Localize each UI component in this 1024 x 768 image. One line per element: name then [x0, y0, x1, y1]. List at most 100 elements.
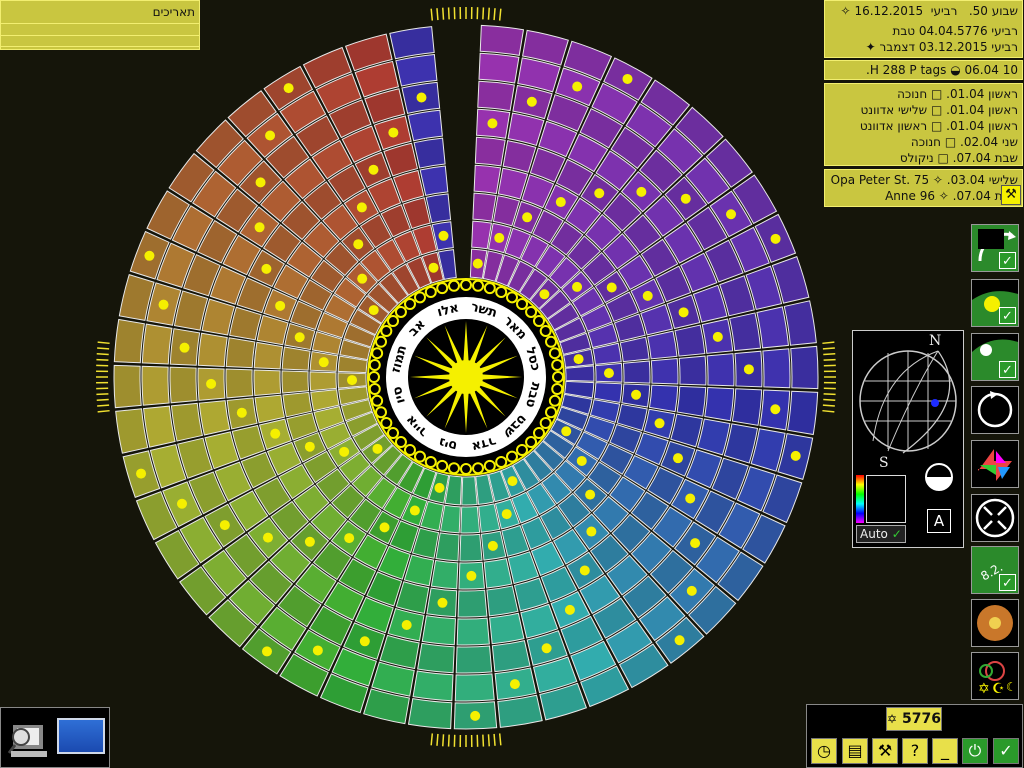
- sun-mode-check[interactable]: ✓: [999, 307, 1016, 324]
- day-cell[interactable]: [459, 533, 483, 562]
- religion-symbols-button[interactable]: ✡ ☪ ☾: [971, 652, 1019, 700]
- day-cell[interactable]: [507, 112, 545, 147]
- celestial-sphere-icon[interactable]: [853, 331, 963, 461]
- day-cell[interactable]: [197, 332, 228, 367]
- minimize-button[interactable]: _: [932, 738, 958, 764]
- day-cell[interactable]: [456, 617, 490, 646]
- holiday-item[interactable]: ראשון 01.04. □ חנוכה: [829, 87, 1018, 102]
- day-cell[interactable]: [479, 24, 525, 56]
- day-cell[interactable]: [170, 402, 203, 442]
- day-cell[interactable]: [113, 318, 145, 364]
- day-cell[interactable]: [389, 26, 435, 60]
- day-cell[interactable]: [729, 312, 762, 352]
- day-cell[interactable]: [473, 164, 502, 195]
- clock-button[interactable]: ◷: [811, 738, 837, 764]
- search-magnifier-icon[interactable]: [7, 715, 49, 761]
- day-cell[interactable]: [435, 532, 460, 562]
- color-gradient-bar[interactable]: [856, 475, 864, 523]
- holidays-panel[interactable]: ראשון 01.04. □ חנוכה ראשון 01.04. □ שליש…: [824, 83, 1023, 166]
- day-cell[interactable]: [783, 300, 817, 346]
- day-cell[interactable]: [412, 670, 454, 702]
- day-cell[interactable]: [413, 137, 446, 169]
- day-cell[interactable]: [619, 336, 650, 363]
- day-cell[interactable]: [169, 366, 198, 404]
- day-cell[interactable]: [706, 353, 735, 387]
- day-cell[interactable]: [650, 357, 679, 385]
- day-cell[interactable]: [454, 673, 495, 702]
- day-cell[interactable]: [430, 559, 459, 590]
- day-cell[interactable]: [309, 371, 338, 392]
- day-cell[interactable]: [704, 387, 735, 422]
- day-cell[interactable]: [474, 136, 506, 167]
- color-preview-box[interactable]: [866, 475, 906, 523]
- day-cell[interactable]: [407, 109, 443, 142]
- day-cell[interactable]: [756, 306, 790, 349]
- sphere-widget[interactable]: N S Auto ✓ A: [852, 330, 964, 548]
- day-cell[interactable]: [471, 220, 493, 250]
- day-cell[interactable]: [419, 165, 449, 197]
- day-cell[interactable]: [491, 640, 531, 673]
- day-cell[interactable]: [225, 337, 256, 369]
- desktop-icon[interactable]: [57, 718, 105, 754]
- day-cell[interactable]: [674, 324, 706, 357]
- day-cell[interactable]: [281, 370, 310, 394]
- day-cell[interactable]: [253, 341, 284, 370]
- birthdays-panel[interactable]: שלישי 03.04. ✧ Opa Peter St. 75 שבת 07.0…: [824, 169, 1023, 207]
- holiday-item[interactable]: שבת 07.04. □ ניקולס: [829, 151, 1018, 166]
- wheel-mode-button[interactable]: ✓: [971, 224, 1019, 272]
- help-button[interactable]: ?: [902, 738, 928, 764]
- day-cell[interactable]: [696, 418, 731, 456]
- ring-button[interactable]: [971, 599, 1019, 647]
- birthday-item[interactable]: שבת 07.04. ✧ Anne 96: [829, 189, 1018, 204]
- day-cell[interactable]: [646, 330, 678, 360]
- day-cell[interactable]: [622, 360, 651, 384]
- day-cell[interactable]: [225, 368, 254, 399]
- day-cell[interactable]: [395, 581, 430, 614]
- day-cell[interactable]: [455, 645, 493, 674]
- day-cell[interactable]: [282, 391, 313, 418]
- confirm-button[interactable]: ✓: [993, 738, 1019, 764]
- day-cell[interactable]: [115, 408, 149, 454]
- day-cell[interactable]: [253, 369, 282, 397]
- auto-checkbox[interactable]: Auto ✓: [856, 525, 906, 543]
- power-button[interactable]: ⏻: [962, 738, 988, 764]
- day-cell[interactable]: [407, 698, 453, 730]
- holiday-item[interactable]: ראשון 01.04. □ שלישי אדוונט: [829, 103, 1018, 118]
- day-cell[interactable]: [113, 364, 142, 409]
- half-circle-icon[interactable]: [925, 463, 953, 491]
- day-cell[interactable]: [731, 388, 763, 426]
- holiday-item[interactable]: שני 02.04. □ חנוכה: [829, 135, 1018, 150]
- day-cell[interactable]: [141, 323, 173, 365]
- day-cell[interactable]: [472, 192, 497, 222]
- day-cell[interactable]: [762, 348, 791, 389]
- day-cell[interactable]: [648, 384, 679, 413]
- day-cell[interactable]: [201, 298, 236, 336]
- day-cell[interactable]: [483, 557, 513, 589]
- day-cell[interactable]: [141, 365, 170, 406]
- day-cell[interactable]: [439, 504, 461, 534]
- day-cell[interactable]: [395, 53, 438, 87]
- day-cell[interactable]: [565, 365, 595, 382]
- day-cell[interactable]: [593, 382, 623, 404]
- day-cell[interactable]: [460, 505, 481, 534]
- day-cell[interactable]: [676, 385, 707, 417]
- day-cell[interactable]: [477, 80, 515, 112]
- day-cell[interactable]: [670, 413, 703, 448]
- day-cell[interactable]: [787, 390, 819, 436]
- dates-overlay-button[interactable]: 8.2. ✓: [971, 546, 1019, 594]
- day-cell[interactable]: [486, 585, 519, 617]
- day-cell[interactable]: [489, 612, 525, 645]
- wheel-mode-check[interactable]: ✓: [999, 252, 1016, 269]
- day-cell[interactable]: [142, 405, 176, 448]
- tools-button[interactable]: ⚒: [872, 738, 898, 764]
- day-cell[interactable]: [478, 52, 520, 84]
- day-cell[interactable]: [281, 346, 311, 371]
- holiday-item[interactable]: ראשון 01.04. □ ראשון אדוונט: [829, 119, 1018, 134]
- tools-icon[interactable]: ⚒: [1001, 185, 1021, 205]
- moon-mode-check[interactable]: ✓: [999, 361, 1016, 378]
- day-cell[interactable]: [198, 400, 231, 436]
- day-cell[interactable]: [461, 476, 478, 506]
- moon-mode-button[interactable]: ✓: [971, 333, 1019, 381]
- sun-mode-button[interactable]: ✓: [971, 279, 1019, 327]
- birthday-item[interactable]: שלישי 03.04. ✧ Opa Peter St. 75: [829, 173, 1018, 188]
